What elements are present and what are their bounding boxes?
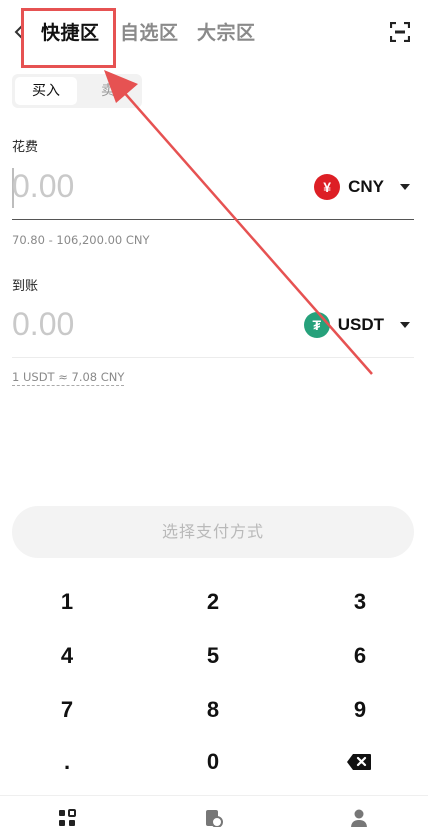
spend-range-hint: 70.80 - 106,200.00 CNY [12,233,150,247]
receive-label: 到账 [12,279,39,294]
bottom-nav [0,795,428,827]
chevron-down-icon [400,322,410,328]
keypad-key-9[interactable]: 9 [300,690,420,730]
spend-amount-input[interactable]: 0.00 [12,168,74,205]
spend-currency-code: CNY [348,177,384,196]
receive-currency-selector[interactable]: ₮ USDT [303,312,410,338]
backspace-icon[interactable] [346,753,372,771]
spend-divider [12,219,414,220]
keypad-key-7[interactable]: 7 [7,690,127,730]
tab-custom[interactable]: 自选区 [120,18,179,45]
keypad-key-8[interactable]: 8 [153,690,273,730]
exchange-rate-hint: 1 USDT ≈ 7.08 CNY [12,370,125,386]
receive-divider [12,357,414,358]
spend-label: 花费 [12,140,39,155]
keypad-key-5[interactable]: 5 [153,636,273,676]
keypad-key-2[interactable]: 2 [153,582,273,622]
keypad-key-0[interactable]: 0 [153,742,273,782]
receive-amount-input[interactable]: 0.00 [12,306,74,343]
sell-tab[interactable]: 卖 [77,77,139,105]
cny-icon: ¥ [314,174,341,200]
keypad-key-4[interactable]: 4 [7,636,127,676]
keypad-key-6[interactable]: 6 [300,636,420,676]
keypad-key-1[interactable]: 1 [7,582,127,622]
annotation-highlight-box [21,8,116,68]
orders-nav-icon[interactable] [203,808,223,827]
profile-nav-icon[interactable] [349,808,369,827]
trade-mode-toggle: 买入 卖 [12,74,142,108]
select-payment-method-button[interactable]: 选择支付方式 [12,506,414,558]
tab-bulk[interactable]: 大宗区 [197,18,256,45]
buy-tab[interactable]: 买入 [15,77,77,105]
usdt-icon: ₮ [303,312,330,338]
trade-nav-icon[interactable] [57,808,77,827]
chevron-down-icon [400,184,410,190]
scan-icon[interactable] [390,22,410,42]
spend-currency-selector[interactable]: ¥ CNY [314,174,410,200]
keypad-key-3[interactable]: 3 [300,582,420,622]
keypad-key-dot[interactable]: . [7,742,127,782]
receive-currency-code: USDT [337,315,384,334]
